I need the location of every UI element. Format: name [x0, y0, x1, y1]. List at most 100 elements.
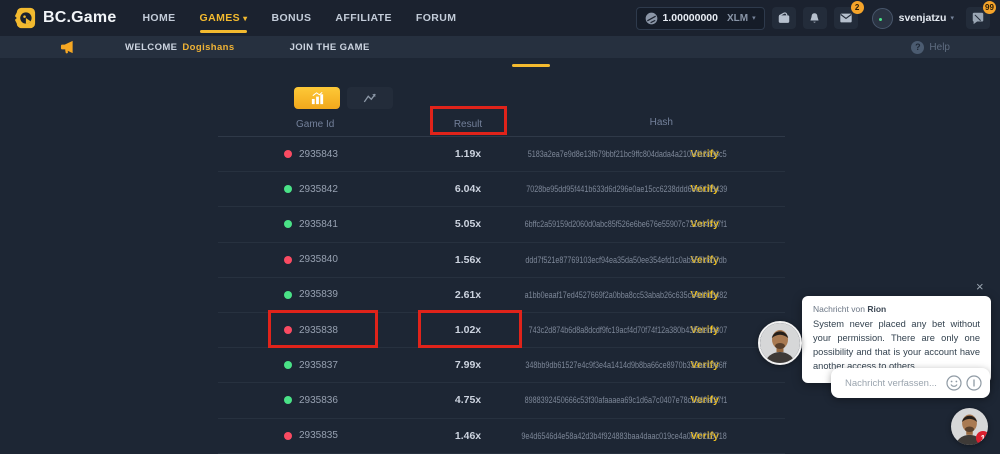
- table-row[interactable]: 2935843 1.19x 5183a2ea7e9d8e13fb79bbf21b…: [218, 137, 785, 172]
- chat-message-text: System never placed any bet without your…: [813, 318, 980, 374]
- game-id-cell: 2935835: [218, 430, 408, 441]
- mail-icon: [839, 11, 853, 25]
- site-chat-button[interactable]: 99: [966, 7, 990, 29]
- nav-item-bonus[interactable]: BONUS: [271, 12, 311, 24]
- hash-value: 743c2d874b6d8a8dcdf9fc19acf4d70f74f12a38…: [528, 325, 727, 335]
- mail-badge: 2: [851, 1, 864, 14]
- wallet-icon: [777, 11, 791, 25]
- result-value: 1.02x: [408, 324, 528, 336]
- nav-item-home[interactable]: HOME: [142, 12, 175, 24]
- game-id-value: 2935836: [299, 395, 338, 406]
- table-row[interactable]: 2935839 2.61x a1bb0eaaf17ed4527669f2a0bb…: [218, 278, 785, 313]
- status-dot: [284, 220, 292, 228]
- result-value: 1.56x: [408, 254, 528, 266]
- chat-badge: 99: [983, 1, 996, 14]
- result-value: 1.19x: [408, 148, 528, 160]
- bcgame-logo-icon: [14, 7, 36, 29]
- welcome-label: WELCOME: [125, 42, 177, 53]
- game-id-value: 2935843: [299, 149, 338, 160]
- game-id-cell: 2935837: [218, 360, 408, 371]
- chat-sender-avatar[interactable]: [758, 321, 802, 365]
- emoji-icon[interactable]: [946, 375, 962, 391]
- page: BC.Game HOME GAMES▾ BONUS AFFILIATE FORU…: [0, 0, 1000, 453]
- game-id-cell: 2935841: [218, 219, 408, 230]
- attachment-icon[interactable]: [966, 375, 982, 391]
- balance-amount: 1.00000000: [663, 12, 718, 24]
- bell-icon: [808, 12, 821, 25]
- hash-value: 8988392450666c53f30afaaaea69c1d6a7c0407e…: [524, 395, 727, 405]
- active-tab-indicator: [512, 64, 550, 67]
- status-dot: [284, 291, 292, 299]
- game-id-cell: 2935838: [218, 325, 408, 336]
- user-avatar: [872, 8, 893, 29]
- result-value: 7.99x: [408, 359, 528, 371]
- game-id-value: 2935838: [299, 325, 338, 336]
- nav-item-affiliate[interactable]: AFFILIATE: [335, 12, 391, 24]
- megaphone-icon: [60, 40, 75, 54]
- hash-value: a1bb0eaaf17ed4527669f2a0bba8cc53abab26c6…: [524, 290, 727, 300]
- chat-bubble-avatar[interactable]: 1: [951, 408, 988, 445]
- nav-item-forum[interactable]: FORUM: [416, 12, 457, 24]
- game-id-cell: 2935843: [218, 149, 408, 160]
- help-link[interactable]: ? Help: [911, 41, 950, 54]
- messages-button[interactable]: 2: [834, 7, 858, 29]
- status-dot: [284, 396, 292, 404]
- brand-name: BC.Game: [43, 9, 116, 27]
- chat-bubble-icon: [971, 11, 985, 25]
- brand-logo[interactable]: BC.Game: [14, 7, 116, 29]
- table-row[interactable]: 2935837 7.99x 348bb9db61527e4c9f3e4a1414…: [218, 348, 785, 383]
- close-icon[interactable]: ×: [976, 280, 984, 293]
- table-row[interactable]: 2935838 1.02x 743c2d874b6d8a8dcdf9fc19ac…: [218, 313, 785, 348]
- welcome-username[interactable]: Dogishans: [182, 42, 234, 53]
- game-id-value: 2935840: [299, 254, 338, 265]
- help-icon: ?: [911, 41, 924, 54]
- join-label: JOIN THE GAME: [290, 42, 370, 53]
- game-id-cell: 2935836: [218, 395, 408, 406]
- main-nav: HOME GAMES▾ BONUS AFFILIATE FORUM: [142, 12, 456, 24]
- wallet-button[interactable]: [772, 7, 796, 29]
- status-dot: [284, 432, 292, 440]
- chat-message-input[interactable]: [845, 378, 942, 389]
- status-dot: [284, 326, 292, 334]
- help-label: Help: [929, 42, 950, 53]
- status-dot: [284, 256, 292, 264]
- user-menu[interactable]: svenjatzu ▾: [872, 8, 954, 29]
- hash-value: 9e4d6546d4e58a42d3b4f924883baa4daac019ce…: [522, 431, 727, 441]
- unread-badge: 1: [976, 431, 988, 445]
- status-dot: [284, 185, 292, 193]
- table-row[interactable]: 2935836 4.75x 8988392450666c53f30afaaaea…: [218, 383, 785, 418]
- chevron-down-icon: ▾: [950, 14, 954, 22]
- status-dot: [284, 150, 292, 158]
- balance-selector[interactable]: 1.00000000 XLM ▾: [636, 7, 765, 30]
- game-id-value: 2935835: [299, 430, 338, 441]
- table-row[interactable]: 2935840 1.56x ddd7f521e87769103ecf94ea35…: [218, 243, 785, 278]
- header-game-id: Game Id: [218, 119, 408, 130]
- game-id-value: 2935839: [299, 289, 338, 300]
- table-row[interactable]: 2935835 1.46x 9e4d6546d4e58a42d3b4f92488…: [218, 419, 785, 454]
- result-value: 2.61x: [408, 289, 528, 301]
- hash-value: 7028be95dd95f441b633d6d296e0ae15cc6238dd…: [526, 184, 727, 194]
- table-row[interactable]: 2935841 5.05x 6bffc2a59159d2060d0abc85f5…: [218, 207, 785, 242]
- table-row[interactable]: 2935842 6.04x 7028be95dd95f441b633d6d296…: [218, 172, 785, 207]
- nav-item-games[interactable]: GAMES▾: [200, 12, 248, 24]
- topbar-right: 1.00000000 XLM ▾ 2 svenjatzu ▾ 99: [636, 7, 990, 30]
- status-dot: [284, 361, 292, 369]
- game-id-value: 2935841: [299, 219, 338, 230]
- announcement-bar: WELCOME Dogishans JOIN THE GAME ? Help: [0, 36, 1000, 58]
- hash-value: 6bffc2a59159d2060d0abc85f526e6be676e5590…: [525, 219, 727, 229]
- game-id-cell: 2935839: [218, 289, 408, 300]
- chevron-down-icon: ▾: [243, 14, 247, 23]
- view-toggles: [294, 87, 785, 109]
- bar-chart-icon: [310, 91, 325, 106]
- result-value: 5.05x: [408, 218, 528, 230]
- game-id-cell: 2935842: [218, 184, 408, 195]
- trend-view-button[interactable]: [347, 87, 393, 109]
- table-body: 2935843 1.19x 5183a2ea7e9d8e13fb79bbf21b…: [218, 137, 785, 454]
- chat-input-bar: [831, 368, 990, 398]
- hash-value: ddd7f521e87769103ecf94ea35da50ee354efd1c…: [526, 255, 727, 265]
- notifications-button[interactable]: [803, 7, 827, 29]
- table-view-button[interactable]: [294, 87, 340, 109]
- game-id-value: 2935837: [299, 360, 338, 371]
- hash-value: 5183a2ea7e9d8e13fb79bbf21bc9ffc804dada4a…: [528, 149, 727, 159]
- result-value: 4.75x: [408, 394, 528, 406]
